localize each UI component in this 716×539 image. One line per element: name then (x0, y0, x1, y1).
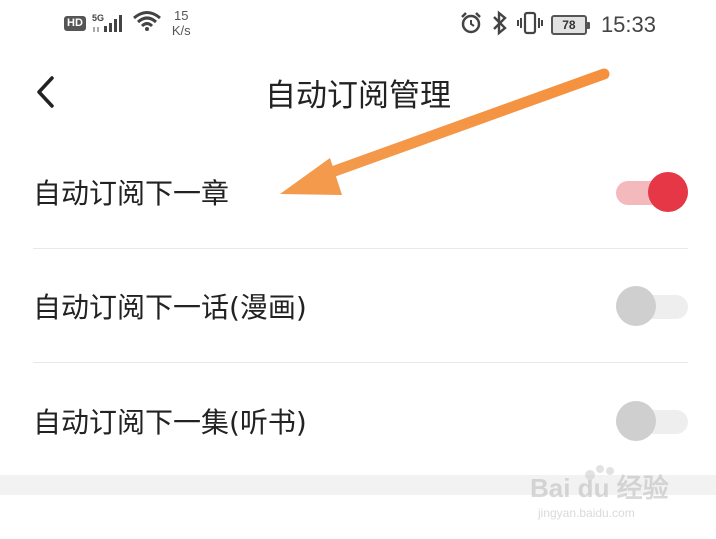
watermark-url: jingyan.baidu.com (537, 506, 635, 520)
header: 自动订阅管理 (0, 60, 716, 122)
clock: 15:33 (600, 12, 656, 37)
toggle-knob (616, 285, 656, 326)
toggle-knob (616, 400, 656, 441)
watermark-logo: Bai du 经验 jingyan.baidu.com (528, 459, 678, 521)
status-bar: HD 5G 15 K/s 78 15:33 (0, 0, 716, 50)
speed-unit: K/s (171, 23, 191, 38)
network-speed: 15 K/s (172, 8, 191, 38)
setting-label: 自动订阅下一集(听书) (33, 405, 307, 439)
bluetooth-icon (491, 10, 509, 40)
setting-row-next-chapter[interactable]: 自动订阅下一章 (33, 135, 688, 249)
status-right: 78 15:33 (459, 10, 656, 40)
alarm-icon (459, 11, 483, 39)
setting-label: 自动订阅下一话(漫画) (33, 290, 307, 324)
setting-label: 自动订阅下一章 (33, 176, 230, 210)
watermark-brand: Bai du 经验 (530, 473, 669, 503)
status-left: HD 5G 15 K/s (64, 8, 191, 38)
wifi-icon (132, 10, 162, 36)
toggle-switch-next-chapter[interactable] (616, 171, 688, 212)
toggle-switch-next-episode-audiobook[interactable] (616, 400, 688, 441)
settings-list: 自动订阅下一章 自动订阅下一话(漫画) 自动订阅下一集(听书) (0, 135, 716, 478)
toggle-switch-next-episode-comic[interactable] (616, 285, 688, 326)
speed-value: 15 (174, 8, 189, 23)
vibrate-icon (516, 11, 543, 39)
setting-row-next-episode-comic[interactable]: 自动订阅下一话(漫画) (33, 249, 688, 363)
battery-icon: 78 (550, 15, 590, 35)
toggle-knob (648, 171, 688, 212)
signal-icon: 5G (92, 12, 126, 34)
battery-level: 78 (562, 18, 576, 32)
network-type: 5G (92, 13, 104, 23)
page-title: 自动订阅管理 (265, 78, 451, 114)
hd-badge: HD (64, 15, 86, 31)
